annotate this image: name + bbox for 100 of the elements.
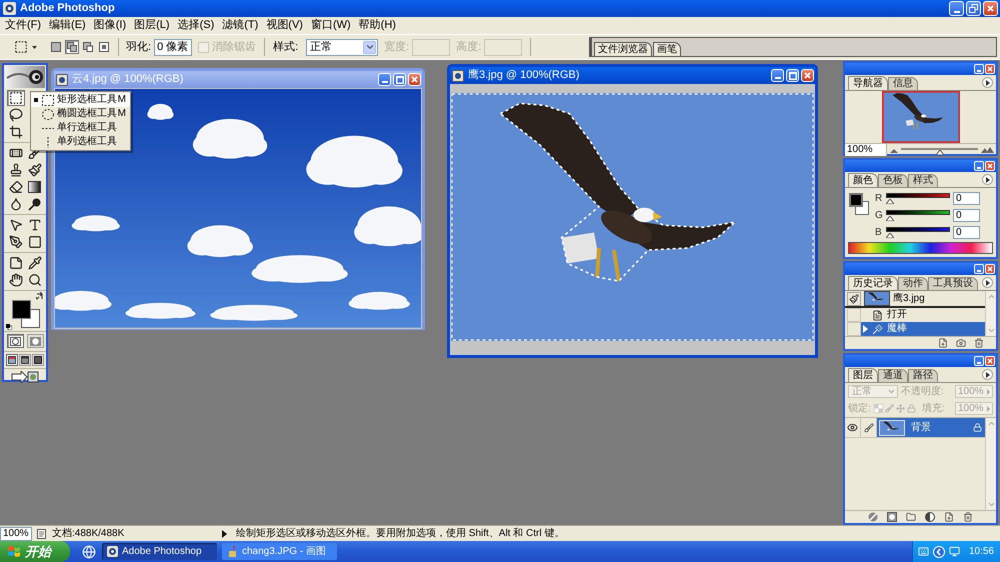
zoom-out-icon[interactable]	[890, 148, 898, 152]
history-brush-tool[interactable]	[26, 162, 43, 178]
selection-mode-button[interactable]	[97, 40, 111, 54]
tool-preset-button[interactable]	[12, 38, 39, 56]
menu-arrow-icon[interactable]	[222, 530, 227, 538]
shape-tool[interactable]	[26, 234, 43, 250]
mask-icon[interactable]	[887, 512, 897, 522]
taskbar-button[interactable]: chang3.JPG - 画图	[222, 543, 337, 560]
panel-tab[interactable]: 色板	[878, 174, 908, 187]
eyedropper-tool[interactable]	[26, 255, 43, 271]
trash-icon[interactable]	[963, 512, 973, 522]
history-step[interactable]: 打开	[861, 308, 985, 322]
tool-menu-item[interactable]: 椭圆选框工具M	[31, 107, 130, 121]
keyboard-icon[interactable]	[918, 546, 929, 557]
swap-arrows-icon[interactable]	[36, 292, 44, 300]
menu-item[interactable]: 编辑(E)	[46, 18, 89, 33]
menu-item[interactable]: 图层(L)	[131, 18, 173, 33]
panel-tab[interactable]: 图层	[848, 368, 878, 382]
notes-tool[interactable]	[7, 255, 24, 271]
channel-value-field[interactable]: 0	[953, 209, 980, 222]
pen-tool[interactable]	[7, 234, 24, 250]
checkerboard-icon[interactable]	[874, 404, 883, 413]
taskbar-button[interactable]: Adobe Photoshop	[102, 543, 217, 560]
start-button[interactable]: 开始	[0, 541, 70, 562]
channel-value-field[interactable]: 0	[953, 192, 980, 205]
panel-menu-button[interactable]	[982, 277, 993, 288]
half-circle-icon[interactable]	[925, 512, 935, 522]
new-document-icon[interactable]	[938, 338, 948, 348]
close-button[interactable]	[985, 161, 995, 171]
channel-slider[interactable]	[886, 193, 950, 204]
panel-menu-button[interactable]	[982, 77, 993, 88]
channel-value-field[interactable]: 0	[953, 226, 980, 239]
screen-mode-button[interactable]	[19, 354, 31, 366]
panel-tab[interactable]: 路径	[908, 369, 938, 382]
document-preview-icon[interactable]	[37, 528, 46, 538]
tool-menu-item[interactable]: 单列选框工具	[31, 135, 130, 149]
panel-tab[interactable]: 信息	[888, 77, 918, 90]
new-layer-icon[interactable]	[944, 512, 954, 522]
hand-tool[interactable]	[7, 272, 24, 288]
panel-tab[interactable]: 导航器	[848, 76, 888, 90]
selection-mode-button[interactable]	[65, 40, 79, 54]
layer-style-icon[interactable]	[868, 512, 878, 522]
panel-tab[interactable]: 通道	[878, 369, 908, 382]
crop-tool[interactable]	[7, 124, 25, 140]
history-step[interactable]: 魔棒	[861, 322, 985, 336]
zoom-in-icon[interactable]	[981, 147, 994, 153]
selection-mode-button[interactable]	[81, 40, 95, 54]
color-swatches-icon[interactable]	[849, 193, 869, 215]
close-button[interactable]	[801, 69, 814, 82]
tool-menu-item[interactable]: 单行选框工具	[31, 121, 130, 135]
minimize-button[interactable]	[949, 1, 964, 16]
globe-icon[interactable]	[82, 544, 96, 558]
camera-icon[interactable]	[956, 338, 966, 348]
channel-slider[interactable]	[886, 227, 950, 238]
zoom-tool[interactable]	[26, 272, 43, 288]
minimize-button[interactable]	[974, 161, 984, 171]
color-spectrum-bar[interactable]	[848, 242, 993, 254]
scrollbar[interactable]	[985, 291, 996, 336]
menu-item[interactable]: 图像(I)	[90, 18, 130, 33]
channel-slider[interactable]	[886, 210, 950, 221]
lasso-tool[interactable]	[7, 107, 25, 123]
menu-item[interactable]: 帮助(H)	[356, 18, 399, 33]
trash-icon[interactable]	[974, 338, 984, 348]
folder-icon[interactable]	[906, 512, 916, 522]
panel-menu-button[interactable]	[982, 369, 993, 380]
selection-mode-button[interactable]	[49, 40, 63, 54]
screen-mode-button[interactable]	[32, 354, 44, 366]
layer-row[interactable]: 背景	[877, 418, 985, 437]
style-select[interactable]: 正常	[306, 38, 378, 56]
palette-tab[interactable]: 画笔	[653, 42, 681, 56]
minimize-button[interactable]	[378, 73, 391, 86]
minimize-button[interactable]	[974, 64, 984, 74]
minimize-button[interactable]	[974, 264, 984, 274]
marquee-tool[interactable]	[7, 90, 25, 106]
panel-menu-button[interactable]	[982, 174, 993, 185]
zoom-slider[interactable]	[901, 146, 978, 154]
panel-tab[interactable]: 历史记录	[848, 276, 898, 290]
maximize-button[interactable]	[393, 73, 406, 86]
screen-mode-button[interactable]	[6, 354, 18, 366]
palette-tab[interactable]: 文件浏览器	[594, 42, 652, 56]
maximize-button[interactable]	[786, 69, 799, 82]
close-button[interactable]	[408, 73, 421, 86]
dodge-tool[interactable]	[26, 196, 43, 212]
panel-tab[interactable]: 样式	[908, 174, 938, 187]
close-button[interactable]	[983, 1, 998, 16]
restore-button[interactable]	[966, 1, 981, 16]
default-colors-icon[interactable]	[6, 324, 12, 330]
menu-item[interactable]: 文件(F)	[2, 18, 44, 33]
quick-mask-mode-button[interactable]	[26, 334, 44, 348]
menu-item[interactable]: 视图(V)	[263, 18, 306, 33]
menu-item[interactable]: 窗口(W)	[308, 18, 354, 33]
menu-item[interactable]: 滤镜(T)	[219, 18, 262, 33]
panel-tab[interactable]: 动作	[898, 277, 928, 290]
minimize-button[interactable]	[974, 356, 984, 366]
scrollbar[interactable]	[985, 418, 996, 510]
zoom-field[interactable]: 100%	[845, 144, 887, 156]
eraser-tool[interactable]	[7, 179, 24, 195]
close-button[interactable]	[985, 264, 995, 274]
gradient-tool[interactable]	[26, 179, 43, 195]
feather-field[interactable]: 0 像素	[154, 38, 192, 56]
